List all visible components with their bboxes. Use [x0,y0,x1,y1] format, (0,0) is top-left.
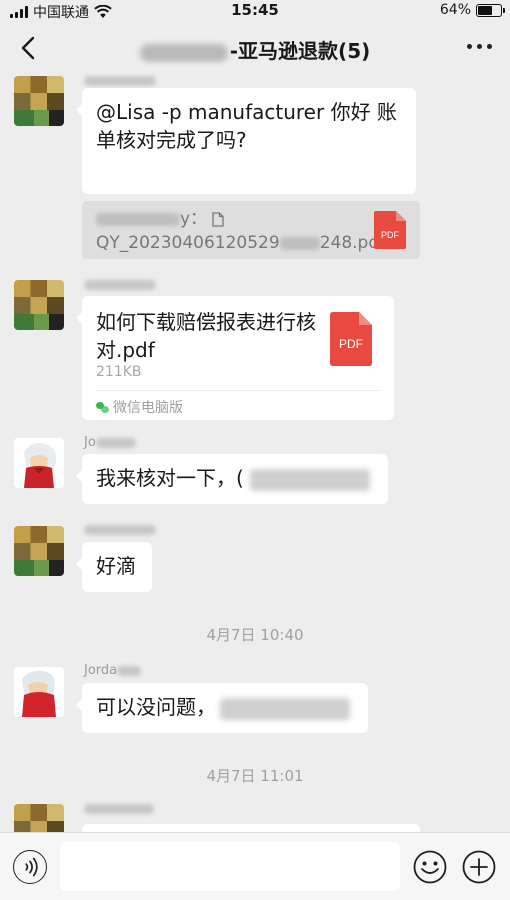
message-text: 好滴 [96,554,136,578]
file-size: 211KB [96,364,142,380]
clock: 15:45 [231,1,279,19]
sender-name [84,522,156,536]
file-source: 微信电脑版 [96,397,183,417]
chat-title: -亚马逊退款(5) [60,35,450,64]
chevron-left-icon[interactable] [14,32,46,64]
message-bubble[interactable]: 我来核对一下，( [76,454,388,504]
message-bubble[interactable]: 好滴 [76,542,152,592]
battery-level [478,5,493,15]
avatar[interactable] [14,526,64,576]
avatar[interactable] [14,667,64,717]
voice-icon[interactable] [13,850,47,884]
avatar[interactable] [14,438,64,488]
chat-title-text: -亚马逊退款(5) [229,39,371,63]
divider [96,390,380,391]
file-icon [212,211,225,227]
pdf-label: PDF [381,230,400,240]
message-input[interactable] [60,842,400,891]
file-card[interactable]: 如何下载赔偿报表进行核对.pdf 211KB PDF 微信电脑版 [76,296,394,420]
timestamp: 4月7日 11:01 [206,767,304,785]
sender-name [84,801,154,815]
quote-line-2: QY_20230406120529 248.pdf [96,231,406,255]
message-bubble[interactable]: 可以没问题， [76,683,368,733]
file-name: 如何下载赔偿报表进行核对.pdf [96,310,316,362]
redacted-group-name [139,43,228,62]
sender-name [84,74,156,87]
sender-name-text: Jorda [84,663,118,678]
quoted-message[interactable]: y： QY_20230406120529 248.pdf PDF [82,201,420,259]
chat-header: -亚马逊退款(5) [0,22,510,74]
message-list[interactable]: @Lisa -p manufacturer 你好 账单核对完成了吗? y： QY… [0,74,510,832]
quote-prefix: y： [180,209,208,229]
quote-line-1: y： [96,207,406,231]
quote-file-name: QY_20230406120529 [96,233,280,253]
message-bubble[interactable] [82,824,420,832]
battery-icon [476,3,505,17]
status-bar: 中国联通 15:45 64% [0,0,510,22]
plus-icon[interactable] [462,850,496,884]
message-text: 可以没问题， [96,695,216,719]
sender-name [84,277,156,291]
emoji-icon[interactable] [413,850,447,884]
status-right: 64% [439,2,505,18]
more-dots-icon[interactable] [467,44,492,49]
sender-name-text: Jo [84,435,96,450]
avatar[interactable] [14,76,64,126]
pdf-file-icon: PDF [330,312,372,366]
pdf-label: PDF [339,337,363,351]
timestamp: 4月7日 10:40 [206,626,304,644]
input-bar [0,832,510,900]
battery-percent: 64% [439,2,471,18]
pdf-file-icon: PDF [374,211,406,249]
message-text: @Lisa -p manufacturer 你好 账单核对完成了吗? [96,100,397,152]
file-source-label: 微信电脑版 [113,400,183,416]
message-text: 我来核对一下，( [96,466,244,490]
wechat-icon [96,401,109,413]
sender-name: Jorda [84,663,142,678]
avatar[interactable] [14,804,64,832]
avatar[interactable] [14,280,64,330]
sender-name: Jo [84,435,136,450]
message-bubble[interactable]: @Lisa -p manufacturer 你好 账单核对完成了吗? [76,88,416,194]
